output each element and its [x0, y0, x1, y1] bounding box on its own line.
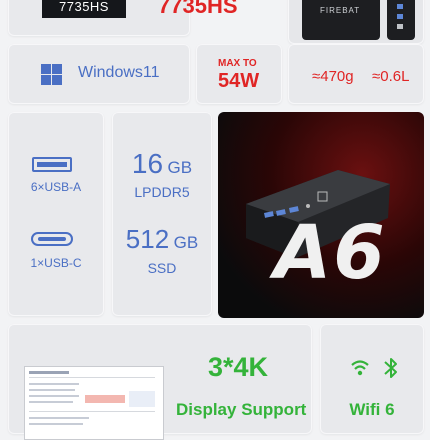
- device-brand-label: FIREBAT: [320, 6, 361, 15]
- hero-card: A6: [218, 112, 424, 318]
- bluetooth-icon: [380, 356, 402, 380]
- usb-c-icon: [31, 232, 73, 246]
- power-value: 54W: [218, 70, 260, 92]
- os-card: Windows11: [8, 44, 190, 104]
- cpu-badge: 7735HS: [42, 0, 126, 18]
- cpu-model-red: 7735HS: [158, 0, 238, 18]
- wifi-label: Wifi 6: [349, 400, 395, 419]
- usb-c-label: 1×USB-C: [30, 256, 82, 270]
- ram-spec: 16 GB: [112, 148, 212, 180]
- device-top-card: FIREBAT: [288, 0, 424, 44]
- weight-value: ≈470g: [312, 68, 354, 85]
- size-card: ≈470g ≈0.6L: [288, 44, 424, 104]
- windows-logo-icon: [41, 64, 62, 85]
- ssd-value: 512: [125, 224, 170, 254]
- usb-a-label: 6×USB-A: [30, 180, 82, 194]
- ssd-type: SSD: [147, 260, 177, 276]
- power-card: MAX TO 54W: [196, 44, 282, 104]
- usb-a-icon: [32, 157, 72, 172]
- wifi-card: Wifi 6: [320, 324, 424, 434]
- os-label: Windows11: [78, 64, 160, 81]
- ssd-unit: GB: [173, 233, 199, 252]
- device-top-image: FIREBAT: [302, 0, 380, 40]
- volume-value: ≈0.6L: [372, 68, 410, 85]
- display-card: 3*4K Display Support: [8, 324, 312, 440]
- ram-type: LPDDR5: [134, 184, 190, 200]
- display-screenshot-image: [24, 366, 164, 440]
- cpu-badge-text: 7735HS: [59, 0, 109, 14]
- display-count: 3*4K: [208, 352, 269, 382]
- ssd-spec: 512 GB: [112, 224, 212, 255]
- ports-card: 6×USB-A 1×USB-C: [8, 112, 104, 316]
- device-side-image: [387, 0, 415, 40]
- hero-model-text: A6: [274, 210, 387, 296]
- display-support-label: Display Support: [176, 400, 307, 419]
- power-max-label: MAX TO: [218, 58, 257, 69]
- ram-value: 16: [131, 148, 164, 179]
- memory-card: 16 GB LPDDR5 512 GB SSD: [112, 112, 212, 316]
- ram-unit: GB: [167, 158, 193, 177]
- wifi-icon: [350, 358, 370, 378]
